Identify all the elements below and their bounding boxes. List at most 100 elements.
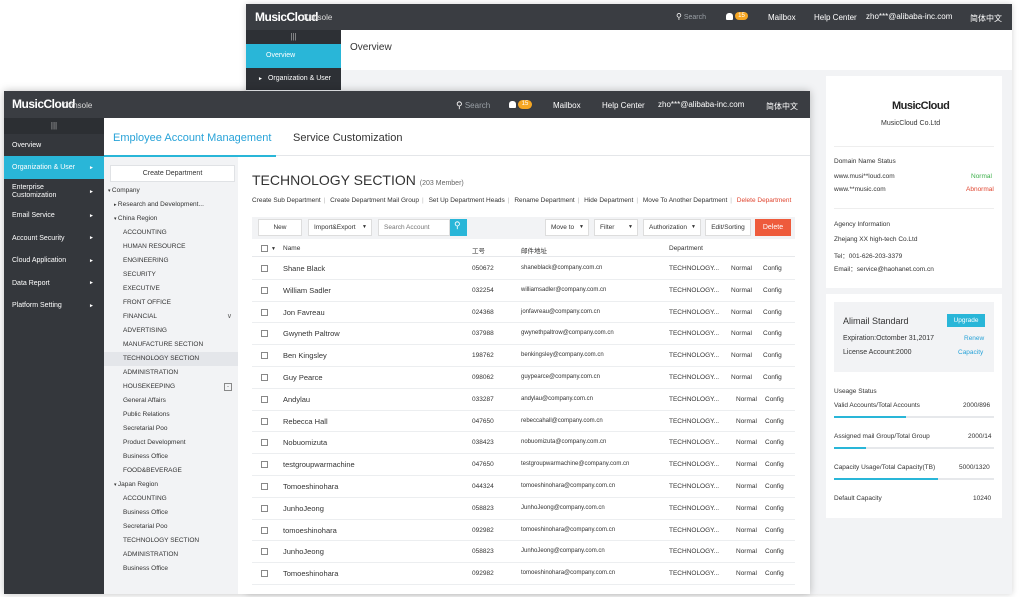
tree-node[interactable]: Business Office (104, 450, 238, 464)
sidebar-item-email-service[interactable]: Email Service ► (4, 205, 104, 227)
tree-node[interactable]: FRONT OFFICE (104, 296, 238, 310)
hide-department-link[interactable]: Hide Department (584, 197, 633, 204)
config-link[interactable]: Config (765, 527, 784, 534)
language-switch[interactable]: 简体中文 (970, 13, 1002, 24)
help-center-link[interactable]: Help Center (814, 13, 857, 22)
upgrade-button[interactable]: Upgrade (947, 314, 985, 327)
table-row[interactable]: testgroupwarmachine 047650 testgroupwarmac… (252, 454, 795, 476)
create-mail-group-link[interactable]: Create Department Mail Group (330, 197, 419, 204)
tree-node[interactable]: Secretarial Poo (104, 520, 238, 534)
table-row[interactable]: Gwyneth Paltrow 037988 gwynethpaltrow@comp… (252, 323, 795, 346)
collapse-icon[interactable]: - (224, 383, 232, 391)
config-link[interactable]: Config (765, 439, 784, 446)
tree-node[interactable]: Product Development (104, 436, 238, 450)
row-checkbox[interactable] (261, 265, 268, 272)
config-link[interactable]: Config (765, 483, 784, 490)
sidebar-item-platform-setting[interactable]: Platform Setting ► (4, 294, 104, 316)
row-checkbox[interactable] (261, 548, 268, 556)
tree-node[interactable]: General Affairs (104, 394, 238, 408)
table-row[interactable]: Tomoeshinohara 044324 tomoeshinohara@compa… (252, 476, 795, 498)
chevron-down-icon[interactable]: ∨ (227, 310, 232, 324)
import-export-dropdown[interactable]: Import&Export ▼ (308, 219, 372, 236)
move-to-dropdown[interactable]: Move to ▼ (545, 219, 589, 236)
row-checkbox[interactable] (261, 330, 268, 338)
user-account[interactable]: zho***@alibaba-inc.com (866, 12, 952, 21)
sidebar-item-overview[interactable]: Overview (246, 44, 341, 68)
move-department-link[interactable]: Move To Another Department (643, 197, 727, 204)
config-link[interactable]: Config (763, 265, 782, 272)
sidebar-item-organization-user[interactable]: Organization & User ► (4, 156, 104, 179)
row-checkbox[interactable] (261, 308, 268, 316)
tree-node-research[interactable]: ▸ Research and Development... (104, 198, 238, 212)
mailbox-link[interactable]: Mailbox (768, 13, 796, 22)
capacity-link[interactable]: Capacity (958, 349, 983, 356)
config-link[interactable]: Config (765, 396, 784, 403)
search-submit-button[interactable]: ⚲ (450, 219, 467, 236)
config-link[interactable]: Config (763, 287, 782, 294)
tree-node[interactable]: TECHNOLOGY SECTION (104, 352, 238, 366)
menu-toggle[interactable]: ||| (4, 118, 104, 134)
row-checkbox[interactable] (261, 374, 268, 381)
row-checkbox[interactable] (261, 461, 268, 469)
config-link[interactable]: Config (763, 374, 782, 381)
create-department-button[interactable]: Create Department (110, 165, 235, 182)
tree-node[interactable]: FINANCIAL ∨ (104, 310, 238, 324)
row-checkbox[interactable] (261, 352, 268, 360)
config-link[interactable]: Config (763, 309, 782, 316)
sidebar-item-account-security[interactable]: Account Security ► (4, 227, 104, 249)
tree-node-japan-region[interactable]: ▾ Japan Region (104, 478, 238, 492)
config-link[interactable]: Config (765, 418, 784, 425)
tree-node[interactable]: Business Office (104, 562, 238, 576)
filter-dropdown[interactable]: Filter ▼ (594, 219, 638, 236)
tab-service-customization[interactable]: Service Customization (293, 132, 402, 144)
tree-node[interactable]: ADVERTISING (104, 324, 238, 338)
table-row[interactable]: William Sadler 032254 williamsadler@compan… (252, 280, 795, 302)
set-department-heads-link[interactable]: Set Up Department Heads (429, 197, 505, 204)
table-row[interactable]: JunhoJeong 058823 JunhoJeong@company.com.c… (252, 541, 795, 564)
chevron-down-icon[interactable]: ▼ (271, 246, 276, 252)
row-checkbox[interactable] (261, 526, 268, 534)
tree-node[interactable]: ACCOUNTING (104, 226, 238, 240)
help-center-link[interactable]: Help Center (602, 101, 645, 110)
row-checkbox[interactable] (261, 286, 268, 294)
rename-department-link[interactable]: Rename Department (514, 197, 574, 204)
sidebar-item-enterprise-customization[interactable]: Enterprise Customization ► (4, 179, 104, 205)
tree-node[interactable]: SECURITY (104, 268, 238, 282)
config-link[interactable]: Config (763, 352, 782, 359)
tree-node-company[interactable]: ▾ Company (104, 184, 238, 198)
table-row[interactable]: Guy Pearce 098062 guypearce@company.com.cn… (252, 367, 795, 389)
tree-node[interactable]: MANUFACTURE SECTION (104, 338, 238, 352)
table-row[interactable]: tomoeshinohara 092982 tomoeshinohara@compa… (252, 520, 795, 542)
authorization-dropdown[interactable]: Authorization ▼ (643, 219, 701, 236)
sidebar-item-cloud-application[interactable]: Cloud Application ► (4, 250, 104, 272)
menu-toggle[interactable]: ||| (246, 30, 341, 44)
user-account[interactable]: zho***@alibaba-inc.com (658, 100, 744, 109)
delete-button[interactable]: Delete (755, 219, 791, 236)
table-row[interactable]: Jon Favreau 024368 jonfavreau@company.com.… (252, 302, 795, 324)
tree-node[interactable]: ADMINISTRATION (104, 366, 238, 380)
new-button[interactable]: New (258, 219, 302, 236)
sidebar-item-overview[interactable]: Overview (4, 134, 104, 156)
search-button[interactable]: ⚲ Search (676, 12, 706, 21)
row-checkbox[interactable] (261, 417, 268, 425)
config-link[interactable]: Config (763, 330, 782, 337)
tree-node[interactable]: HUMAN RESOURCE (104, 240, 238, 254)
table-row[interactable]: Shane Black 050672 shaneblack@company.com.… (252, 258, 795, 280)
renew-link[interactable]: Renew (964, 335, 984, 342)
bell-icon[interactable] (726, 13, 733, 20)
config-link[interactable]: Config (765, 505, 784, 512)
config-link[interactable]: Config (765, 548, 784, 555)
edit-sorting-button[interactable]: Edit/Sorting (705, 219, 751, 236)
select-all-checkbox[interactable] (261, 245, 268, 252)
table-row[interactable]: Tomoeshinohara 092982 tomoeshinohara@compa… (252, 563, 795, 585)
row-checkbox[interactable] (261, 439, 268, 447)
search-account-input[interactable] (378, 219, 450, 236)
tree-node[interactable]: Business Office (104, 506, 238, 520)
row-checkbox[interactable] (261, 504, 268, 512)
table-row[interactable]: JunhoJeong 058823 JunhoJeong@company.com.c… (252, 498, 795, 520)
row-checkbox[interactable] (261, 483, 268, 490)
sidebar-item-organization[interactable]: ► Organization & User (246, 68, 341, 90)
config-link[interactable]: Config (765, 570, 784, 577)
bell-icon[interactable] (509, 101, 516, 108)
create-sub-department-link[interactable]: Create Sub Department (252, 197, 321, 204)
